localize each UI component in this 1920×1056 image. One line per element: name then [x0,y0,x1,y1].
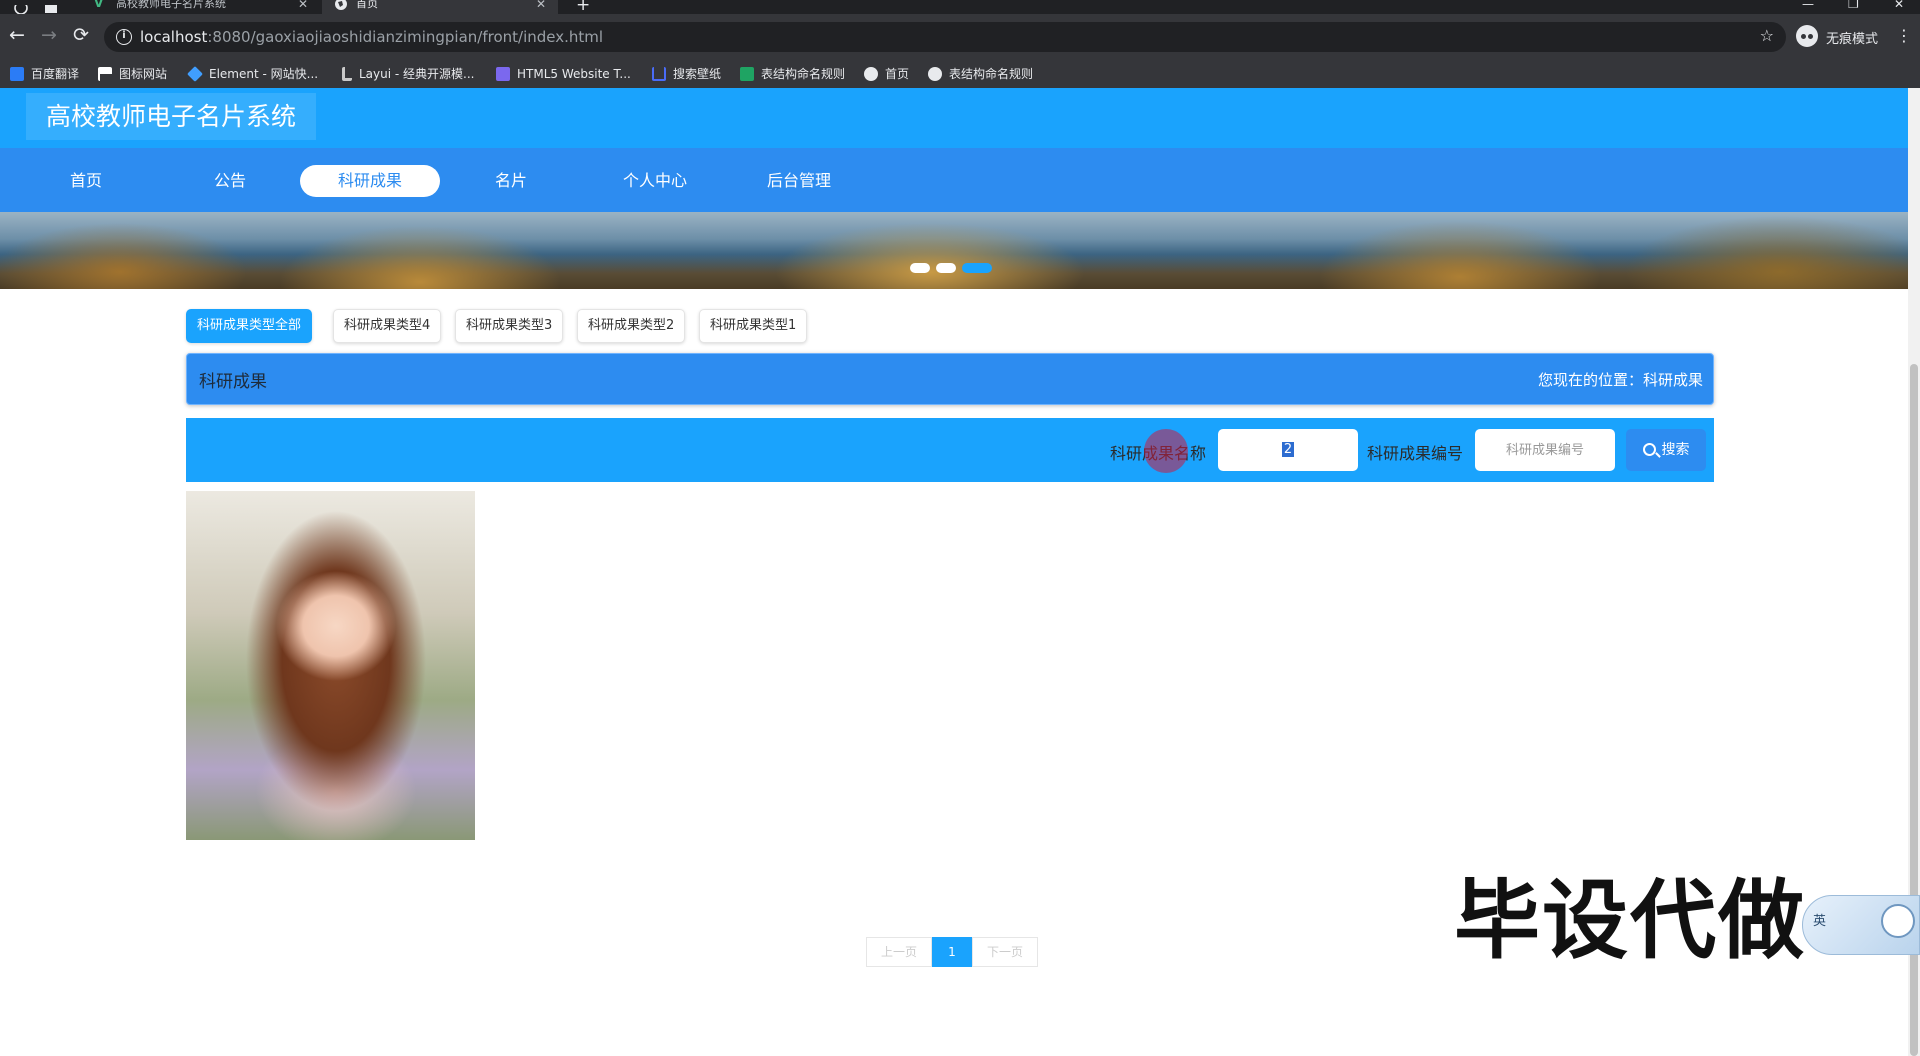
banner-carousel [0,212,1908,289]
page-1-button[interactable]: 1 [932,937,972,967]
browser-globe-icon [14,0,28,15]
tab-title: 高校教师电子名片系统 [116,0,226,10]
bookmark-item[interactable]: 首页 [864,64,909,84]
carousel-dot[interactable] [936,263,956,273]
incognito-icon [1796,25,1818,47]
type-1-button[interactable]: 科研成果类型1 [699,309,808,343]
bookmark-star-icon[interactable]: ☆ [1760,26,1774,45]
close-icon[interactable]: ✕ [536,0,546,10]
address-url[interactable]: localhost:8080/gaoxiaojiaoshidianzimingp… [140,28,603,46]
bookmark-item[interactable]: Layui - 经典开源模... [342,64,474,84]
type-3-button[interactable]: 科研成果类型3 [455,309,564,343]
sheet-icon [740,67,754,81]
search-bar: 科研成果名称 2 科研成果编号 搜索 [186,418,1714,482]
close-icon[interactable]: ✕ [298,0,308,10]
name-search-label: 科研成果名称 [1110,444,1207,463]
vue-icon: V [94,0,104,10]
bookmark-item[interactable]: HTML5 Website T... [496,64,631,84]
bookmark-item[interactable]: 百度翻译 [10,64,79,84]
bookmark-item[interactable]: 搜索壁纸 [652,64,721,84]
minimize-icon[interactable]: — [1802,0,1814,11]
search-button[interactable]: 搜索 [1626,429,1706,471]
translate-icon [10,67,24,81]
type-all-button[interactable]: 科研成果类型全部 [186,309,313,343]
ime-mascot-icon [1881,904,1915,938]
browser-tab-strip: V 高校教师电子名片系统 ✕ 首页 ✕ + — ❐ ✕ [0,0,1920,15]
globe-icon [864,67,878,81]
main-nav: 首页 公告 科研成果 名片 个人中心 后台管理 [0,148,1908,212]
back-icon[interactable]: ← [6,24,28,46]
globe-icon [334,0,348,13]
nav-notice[interactable]: 公告 [160,165,300,197]
nav-research[interactable]: 科研成果 [300,165,440,197]
browser-toolbar: ← → ⟳ i localhost:8080/gaoxiaojiaoshidia… [0,14,1920,60]
bookmark-item[interactable]: 表结构命名规则 [740,64,845,84]
breadcrumb: 您现在的位置：科研成果 [1537,371,1703,389]
flag-icon [98,67,112,81]
layui-icon [342,67,352,81]
site-header: 高校教师电子名片系统 [0,88,1908,148]
html5-icon [496,67,510,81]
prev-page-button[interactable]: 上一页 [866,937,932,967]
code-search-label: 科研成果编号 [1367,444,1464,463]
next-page-button[interactable]: 下一页 [972,937,1038,967]
window-close-icon[interactable]: ✕ [1894,0,1904,11]
globe-icon [928,67,942,81]
element-icon [187,66,203,82]
site-title: 高校教师电子名片系统 [26,93,317,140]
site-info-icon[interactable]: i [116,29,132,45]
bookmark-item[interactable]: 图标网站 [98,64,167,84]
nav-cards[interactable]: 名片 [441,165,581,197]
nav-home[interactable]: 首页 [16,165,156,197]
tab-teacher-card-system[interactable]: V 高校教师电子名片系统 ✕ [76,0,320,14]
address-bar[interactable]: i localhost:8080/gaoxiaojiaoshidianzimin… [104,22,1786,52]
nav-admin[interactable]: 后台管理 [729,165,869,197]
carousel-dot-active[interactable] [962,263,992,273]
carousel-dot[interactable] [910,263,930,273]
reload-icon[interactable]: ⟳ [70,24,92,46]
maximize-icon[interactable]: ❐ [1848,0,1859,11]
research-result-card-image[interactable] [186,491,475,840]
code-search-input[interactable] [1475,429,1615,471]
bookmark-item[interactable]: Element - 网站快... [187,64,318,84]
forward-icon[interactable]: → [38,24,60,46]
ime-mode-label: 英 [1813,914,1827,929]
tab-home[interactable]: 首页 ✕ [322,0,558,14]
ime-toolbar[interactable]: 英 [1802,895,1920,955]
watermark-text: 毕设代做 [1454,871,1806,971]
type-2-button[interactable]: 科研成果类型2 [577,309,686,343]
bookmark-item[interactable]: 表结构命名规则 [928,64,1033,84]
search-icon [1642,443,1656,456]
new-tab-button[interactable]: + [576,0,590,15]
bookmarks-bar: 百度翻译 图标网站 Element - 网站快... Layui - 经典开源模… [0,60,1920,88]
type-4-button[interactable]: 科研成果类型4 [333,309,442,343]
nav-profile[interactable]: 个人中心 [585,165,725,197]
section-title: 科研成果 [199,372,267,392]
wallpaper-icon [652,67,666,81]
tab-search-icon[interactable] [44,0,58,13]
tab-title: 首页 [356,0,378,10]
name-search-input[interactable]: 2 [1218,429,1358,471]
section-header: 科研成果 您现在的位置：科研成果 [186,353,1714,405]
browser-menu-icon[interactable]: ⋮ [1896,26,1912,45]
